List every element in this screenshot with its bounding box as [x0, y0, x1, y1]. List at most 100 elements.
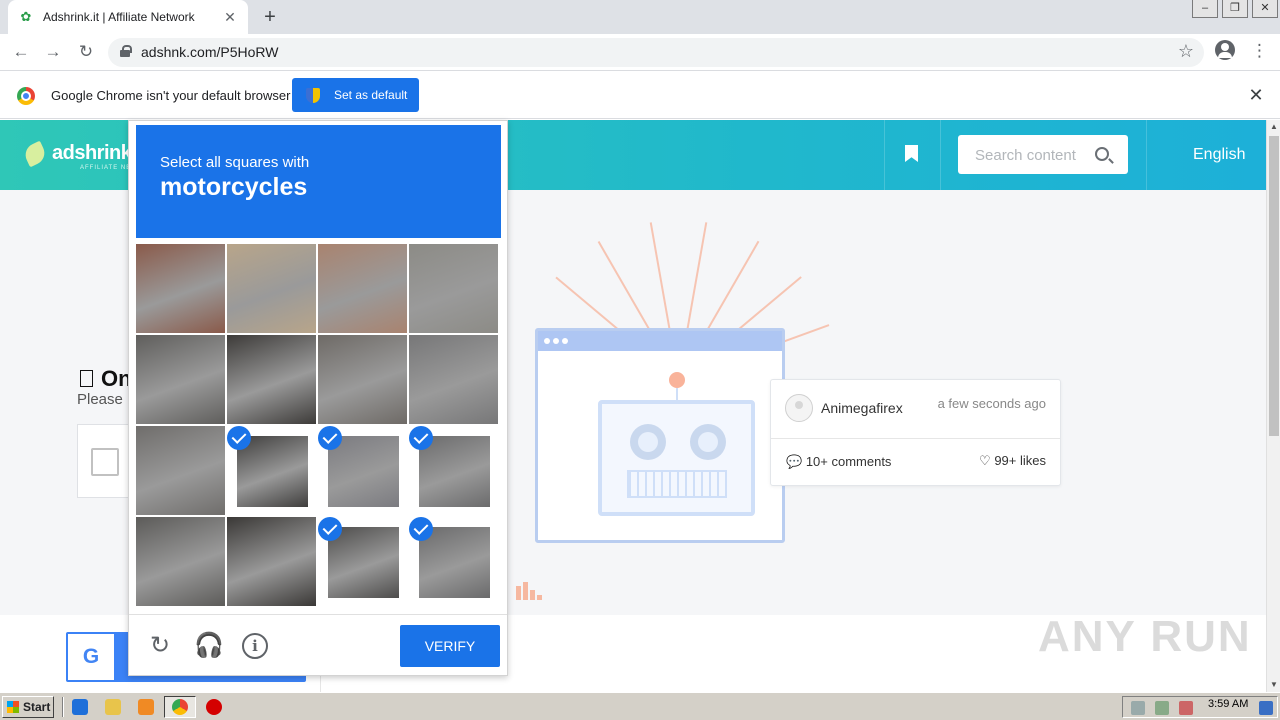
window-dot-icon	[562, 338, 568, 344]
tab-title: Adshrink.it | Affiliate Network	[43, 10, 195, 24]
comments-count-text: 10+ comments	[805, 454, 892, 469]
network-icon[interactable]	[1155, 701, 1169, 715]
robot-eye-icon	[690, 424, 726, 460]
captcha-tile[interactable]	[318, 244, 407, 333]
maximize-button[interactable]: ❐	[1222, 0, 1248, 18]
search-icon[interactable]	[1095, 147, 1109, 161]
mini-bar	[523, 582, 528, 600]
windows-taskbar: Start 3:59 AM	[0, 692, 1280, 720]
captcha-tile[interactable]	[409, 517, 498, 606]
system-tray	[1122, 696, 1278, 718]
recaptcha-challenge: Select all squares with motorcycles ↻ 🎧 …	[128, 120, 508, 676]
verify-button[interactable]: VERIFY	[400, 625, 500, 667]
ie-icon[interactable]	[72, 699, 88, 715]
mini-bar-chart-icon	[516, 582, 546, 600]
close-window-button[interactable]: ✕	[1252, 0, 1278, 18]
captcha-tile[interactable]	[227, 426, 316, 515]
windows-flag-icon	[7, 701, 19, 713]
comment-time: a few seconds ago	[937, 396, 1046, 411]
search-input[interactable]: Search content	[958, 135, 1128, 174]
vertical-scrollbar[interactable]: ▲ ▼	[1266, 120, 1280, 692]
url-text: adshnk.com/P5HoRW	[141, 44, 279, 60]
captcha-tile-image	[419, 436, 490, 507]
window-dot-icon	[553, 338, 559, 344]
bookmark-star-icon[interactable]: ☆	[1178, 41, 1194, 62]
illustration-window-bar	[538, 331, 782, 351]
flag-notification-icon[interactable]	[1179, 701, 1193, 715]
minimize-button[interactable]: –	[1192, 0, 1218, 18]
captcha-tile[interactable]	[136, 426, 225, 515]
card-divider	[771, 438, 1060, 439]
challenge-footer: ↻ 🎧 i VERIFY	[129, 614, 507, 676]
back-icon[interactable]: ←	[9, 40, 33, 64]
captcha-tile[interactable]	[318, 426, 407, 515]
tab-close-icon[interactable]: ✕	[222, 9, 238, 25]
captcha-tile[interactable]	[227, 335, 316, 424]
captcha-tile[interactable]	[227, 244, 316, 333]
language-selector[interactable]: English	[1193, 146, 1245, 164]
media-player-icon[interactable]	[138, 699, 154, 715]
forward-icon[interactable]: →	[41, 40, 65, 64]
selected-check-icon	[409, 426, 433, 450]
folder-icon[interactable]	[105, 699, 121, 715]
selected-check-icon	[318, 426, 342, 450]
show-desktop-icon[interactable]	[1259, 701, 1273, 715]
browser-tab[interactable]: ✿ Adshrink.it | Affiliate Network ✕	[8, 0, 248, 34]
opera-icon[interactable]	[206, 699, 222, 715]
window-dot-icon	[544, 338, 550, 344]
comment-bubble-icon: 💬	[786, 454, 803, 469]
start-label: Start	[23, 700, 51, 714]
header-divider	[940, 120, 941, 190]
chrome-logo-icon	[17, 87, 35, 105]
captcha-tile[interactable]	[409, 244, 498, 333]
captcha-tile[interactable]	[318, 517, 407, 606]
captcha-tile[interactable]	[318, 335, 407, 424]
captcha-tile-image	[237, 436, 308, 507]
volume-icon[interactable]	[1131, 701, 1145, 715]
comments-count: 💬 10+ comments	[786, 454, 891, 470]
scroll-down-icon[interactable]: ▼	[1267, 678, 1280, 692]
site-favicon-icon: ✿	[20, 9, 32, 24]
likes-count: ♡ 99+ likes	[979, 453, 1046, 469]
comment-card: Animegafirex a few seconds ago 💬 10+ com…	[770, 379, 1061, 486]
infobar-close-icon[interactable]: ✕	[1247, 86, 1265, 104]
menu-icon[interactable]: ⋮	[1251, 41, 1268, 61]
lock-icon	[120, 45, 132, 57]
mini-bar	[516, 586, 521, 600]
captcha-tile[interactable]	[136, 517, 225, 606]
page-heading: On	[80, 366, 132, 392]
start-button[interactable]: Start	[2, 696, 54, 718]
captcha-tile-image	[419, 527, 490, 598]
likes-count-text: 99+ likes	[994, 453, 1046, 468]
set-as-default-button[interactable]: Set as default	[292, 78, 419, 112]
chrome-taskbar-button[interactable]	[164, 696, 196, 718]
shield-icon	[306, 87, 320, 103]
captcha-tile-image	[136, 244, 225, 333]
help-info-icon[interactable]: i	[242, 633, 268, 659]
selected-check-icon	[227, 426, 251, 450]
captcha-tile[interactable]	[227, 517, 316, 606]
captcha-tile[interactable]	[409, 335, 498, 424]
scroll-thumb[interactable]	[1269, 136, 1279, 436]
reload-icon[interactable]: ↻	[74, 40, 98, 64]
captcha-tile-image	[328, 436, 399, 507]
profile-icon[interactable]	[1215, 40, 1235, 60]
captcha-tile[interactable]	[136, 244, 225, 333]
audio-challenge-icon[interactable]: 🎧	[194, 633, 224, 659]
captcha-tile-image	[136, 426, 225, 515]
bookmark-icon[interactable]	[905, 145, 918, 162]
browser-toolbar: ← → ↻ adshnk.com/P5HoRW ☆	[0, 34, 1280, 71]
scroll-up-icon[interactable]: ▲	[1267, 120, 1280, 134]
captcha-tile[interactable]	[136, 335, 225, 424]
address-bar[interactable]: adshnk.com/P5HoRW ☆	[108, 38, 1204, 67]
recaptcha-checkbox[interactable]	[91, 448, 119, 476]
set-as-default-label: Set as default	[334, 88, 408, 102]
chrome-icon	[172, 699, 188, 715]
captcha-tile[interactable]	[409, 426, 498, 515]
robot-mouth-icon	[627, 470, 727, 498]
mini-bar	[537, 595, 542, 600]
robot-eye-icon	[630, 424, 666, 460]
taskbar-clock: 3:59 AM	[1208, 698, 1249, 710]
new-tab-button[interactable]: +	[258, 5, 282, 29]
reload-challenge-icon[interactable]: ↻	[147, 633, 173, 659]
